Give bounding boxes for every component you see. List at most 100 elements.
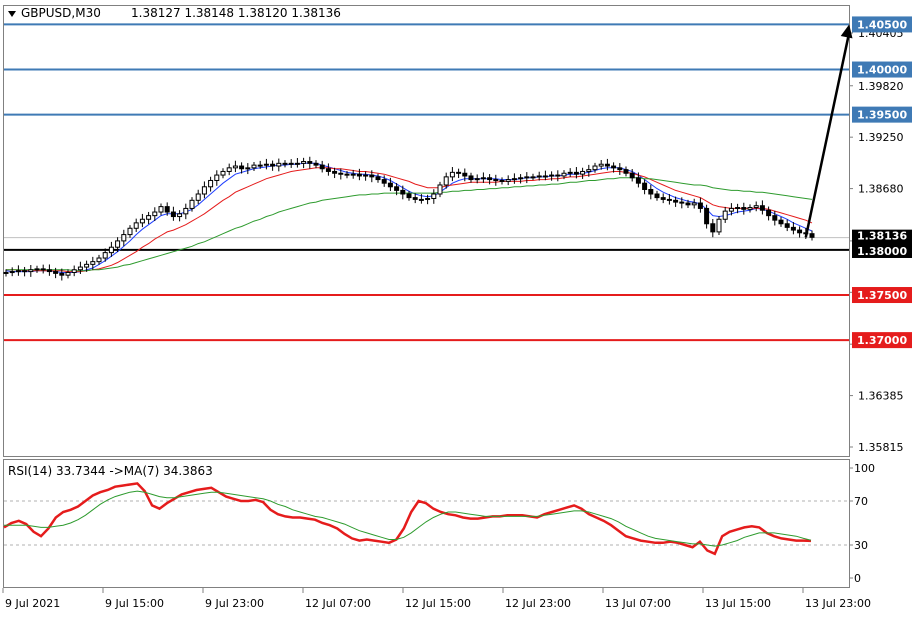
candle-body: [53, 271, 59, 274]
time-tick-label: 9 Jul 2021: [5, 597, 60, 610]
time-tick-label: 9 Jul 15:00: [105, 597, 164, 610]
candle-body: [239, 165, 245, 170]
level-badge-text: 1.37500: [857, 289, 907, 302]
candle-body: [214, 174, 220, 181]
candle-body: [778, 219, 784, 225]
candle-body: [592, 165, 598, 171]
candle-body: [580, 170, 586, 175]
level-badge: 1.39500: [852, 106, 912, 123]
candle-body: [635, 177, 641, 184]
candle-body: [673, 199, 679, 203]
candle-body: [598, 163, 604, 167]
current-price-text: 1.38136: [857, 230, 907, 243]
candle-body: [518, 177, 524, 180]
time-tick-label: 13 Jul 23:00: [805, 597, 871, 610]
level-badge: 1.40500: [852, 16, 912, 33]
candle-body: [15, 270, 21, 273]
candle-body: [456, 171, 462, 174]
candle-body: [121, 234, 127, 242]
candle-body: [319, 164, 325, 170]
candle-body: [71, 269, 77, 273]
candle-body: [499, 179, 505, 182]
price-tick-label: 1.39820: [858, 80, 904, 93]
candle-body: [307, 161, 313, 164]
candle-body: [542, 175, 548, 178]
candle-body: [195, 193, 201, 201]
chart-svg[interactable]: 1.404051.398201.392501.386801.381001.375…: [0, 0, 921, 626]
candle-body: [797, 229, 803, 234]
candle-body: [394, 186, 400, 191]
candle-body: [611, 165, 617, 169]
level-badge: 1.37000: [852, 332, 912, 349]
candle-body: [381, 179, 387, 184]
candle-body: [158, 206, 164, 213]
chart-window[interactable]: 1.404051.398201.392501.386801.381001.375…: [0, 0, 921, 626]
symbol-label: GBPUSD,M30: [21, 6, 101, 20]
candle-body: [604, 163, 610, 167]
candle-body: [208, 179, 214, 188]
candle-body: [437, 184, 443, 195]
candle-body: [623, 169, 629, 174]
candle-body: [133, 222, 139, 229]
ohlc-values: 1.38127 1.38148 1.38120 1.38136: [131, 6, 341, 20]
candle-body: [722, 210, 728, 220]
chart-background: [0, 0, 921, 626]
candle-body: [263, 163, 269, 166]
candle-body: [617, 167, 623, 171]
candle-body: [567, 171, 573, 174]
time-tick-label: 12 Jul 23:00: [505, 597, 571, 610]
candle-body: [220, 170, 226, 176]
candle-body: [400, 189, 406, 195]
candle-body: [629, 172, 635, 179]
candle-body: [276, 162, 282, 167]
candle-body: [28, 269, 34, 273]
candle-body: [338, 172, 344, 175]
rsi-tick-label: 0: [854, 572, 861, 585]
candle-body: [679, 201, 685, 204]
level-badge-text: 1.39500: [857, 109, 907, 122]
candle-body: [480, 177, 486, 180]
candle-body: [226, 167, 232, 172]
candle-body: [183, 207, 189, 215]
price-tick-label: 1.35815: [858, 441, 904, 454]
candle-body: [40, 268, 46, 271]
candle-body: [350, 173, 356, 176]
candle-body: [22, 270, 28, 273]
candle-body: [654, 193, 660, 199]
candle-body: [809, 233, 815, 238]
candle-body: [84, 263, 90, 268]
candle-body: [325, 168, 331, 172]
candle-body: [282, 162, 288, 165]
candle-body: [201, 186, 207, 195]
candle-body: [747, 207, 753, 210]
candle-body: [251, 164, 257, 169]
candle-body: [555, 174, 561, 177]
rsi-tick-label: 70: [854, 495, 868, 508]
candle-body: [363, 174, 369, 177]
candle-body: [232, 165, 238, 169]
candle-body: [146, 215, 152, 220]
candle-body: [102, 252, 108, 259]
candle-body: [313, 162, 319, 166]
candle-body: [728, 207, 734, 212]
symbol-header[interactable]: GBPUSD,M30 1.38127 1.38148 1.38120 1.381…: [8, 6, 341, 20]
level-badge-text: 1.38000: [857, 245, 907, 258]
candle-body: [487, 177, 493, 181]
rsi-label: RSI(14) 33.7344 ->MA(7) 34.3863: [8, 464, 213, 478]
candle-body: [170, 211, 176, 218]
candle-body: [412, 197, 418, 200]
candle-body: [505, 179, 511, 182]
time-tick-label: 13 Jul 07:00: [605, 597, 671, 610]
time-tick-label: 12 Jul 07:00: [305, 597, 371, 610]
candle-body: [462, 172, 468, 177]
candle-body: [375, 176, 381, 181]
candle-body: [524, 176, 530, 179]
candle-body: [468, 175, 474, 181]
candle-body: [189, 199, 195, 209]
candle-body: [685, 202, 691, 206]
candle-body: [753, 205, 759, 209]
price-tick-label: 1.38680: [858, 183, 904, 196]
time-tick-label: 13 Jul 15:00: [705, 597, 771, 610]
candle-body: [96, 257, 102, 263]
candle-body: [127, 227, 133, 236]
